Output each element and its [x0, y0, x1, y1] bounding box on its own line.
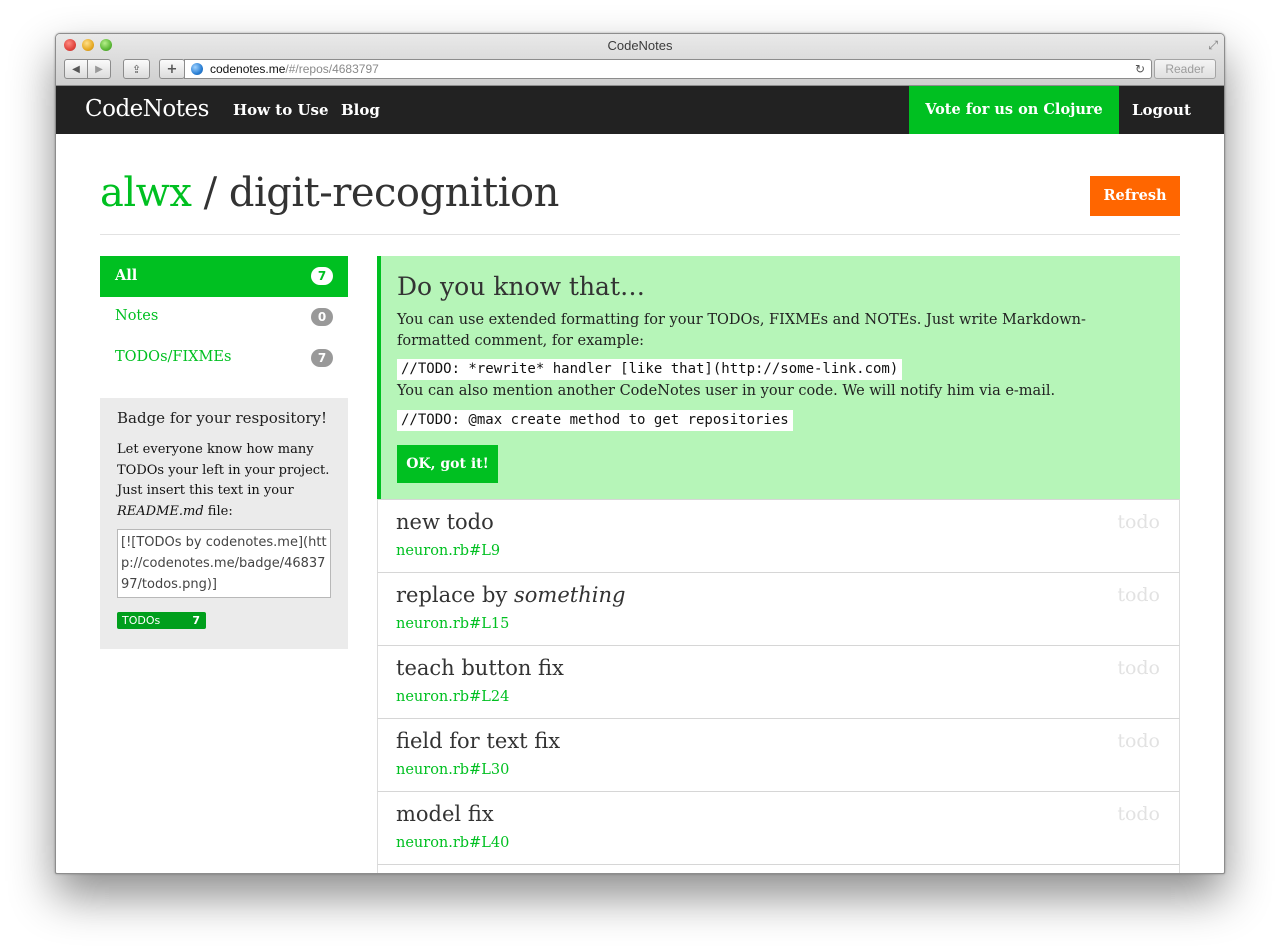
globe-icon	[191, 63, 203, 75]
badge-heading: Badge for your respository!	[117, 409, 328, 427]
site-navbar: CodeNotes How to Use Blog Vote for us on…	[56, 86, 1224, 166]
sidebar-item-all[interactable]: All 7	[100, 256, 348, 297]
todo-title-emphasis: something	[514, 583, 626, 607]
todo-kind-label: todo	[1117, 511, 1160, 533]
list-item: model fix neuron.rb#L40 todo	[377, 791, 1180, 865]
badge-desc-text: Let everyone know how many TODOs your le…	[117, 442, 330, 498]
sidebar-item-label: All	[115, 267, 138, 284]
list-item: replace by something neuron.rb#L15 todo	[377, 572, 1180, 646]
reload-icon[interactable]: ↻	[1135, 60, 1145, 78]
url-domain: codenotes.me	[210, 62, 286, 76]
todo-title: field for text fix	[396, 729, 561, 753]
todo-title-text: replace by	[396, 583, 514, 607]
refresh-button[interactable]: Refresh	[1090, 176, 1180, 216]
badge-panel: Badge for your respository! Let everyone…	[100, 398, 348, 649]
todo-source-link[interactable]: neuron.rb#L15	[396, 616, 509, 632]
code-example-formatting: //TODO: *rewrite* handler [like that](ht…	[397, 359, 903, 380]
header-divider	[100, 234, 1180, 235]
url-path: /#/repos/4683797	[285, 62, 379, 76]
count-badge: 0	[311, 308, 333, 326]
code-example-mention: //TODO: @max create method to get reposi…	[397, 410, 793, 431]
logout-link[interactable]: Logout	[1132, 101, 1191, 119]
forward-icon[interactable]: ▶	[87, 59, 111, 79]
list-item: teach button fix neuron.rb#L24 todo	[377, 645, 1180, 719]
list-item: field for text fix neuron.rb#L30 todo	[377, 718, 1180, 792]
tip-title: Do you know that…	[397, 272, 646, 301]
count-badge: 7	[311, 349, 333, 367]
ok-got-it-button[interactable]: OK, got it!	[397, 445, 498, 483]
share-icon[interactable]: ⇪	[123, 59, 150, 79]
readme-filename: README.md	[117, 503, 204, 519]
reader-button[interactable]: Reader	[1154, 59, 1216, 79]
tip-text-mentions: You can also mention another CodeNotes u…	[397, 383, 1056, 399]
count-badge: 7	[311, 267, 333, 285]
list-item: new todo neuron.rb#L9 todo	[377, 499, 1180, 573]
tip-callout: Do you know that… You can use extended f…	[377, 256, 1180, 500]
todos-badge-label: TODOs	[122, 614, 161, 627]
sidebar-item-notes[interactable]: Notes 0	[100, 297, 348, 338]
back-icon[interactable]: ◀	[64, 59, 88, 79]
sidebar-item-label: TODOs/FIXMEs	[115, 349, 232, 365]
todo-source-link[interactable]: neuron.rb#L40	[396, 835, 509, 851]
new-tab-icon[interactable]: +	[159, 59, 185, 79]
todo-kind-label: todo	[1117, 803, 1160, 825]
todo-source-link[interactable]: neuron.rb#L24	[396, 689, 509, 705]
browser-toolbar: CodeNotes ⤢ ◀ ▶ ⇪ + codenotes.me/#/repos…	[56, 34, 1224, 86]
title-separator: /	[191, 170, 229, 216]
repo-name: digit-recognition	[228, 170, 560, 216]
brand-logo[interactable]: CodeNotes	[85, 96, 209, 122]
todos-badge-image: TODOs 7	[117, 612, 206, 629]
todo-list: new todo neuron.rb#L9 todo replace by so…	[377, 499, 1180, 873]
todo-source-link[interactable]: neuron.rb#L30	[396, 762, 509, 778]
sidebar-item-label: Notes	[115, 308, 159, 324]
fullscreen-icon[interactable]: ⤢	[1208, 38, 1218, 53]
url-text: codenotes.me/#/repos/4683797	[210, 60, 379, 78]
todo-kind-label: todo	[1117, 584, 1160, 606]
window-title: CodeNotes	[607, 38, 673, 53]
vote-button[interactable]: Vote for us on Clojure Cup	[909, 86, 1119, 166]
todo-kind-label: todo	[1117, 657, 1160, 679]
todo-title: new todo	[396, 510, 494, 534]
todo-source-link[interactable]: neuron.rb#L9	[396, 543, 500, 559]
todo-title: model fix	[396, 802, 494, 826]
browser-window: CodeNotes ⤢ ◀ ▶ ⇪ + codenotes.me/#/repos…	[55, 33, 1225, 874]
tip-text-formatting: You can use extended formatting for your…	[397, 312, 1086, 349]
badge-description: Let everyone know how many TODOs your le…	[117, 440, 332, 522]
sidebar-item-todos-fixmes[interactable]: TODOs/FIXMEs 7	[100, 338, 348, 379]
address-bar[interactable]: codenotes.me/#/repos/4683797 ↻	[184, 59, 1152, 79]
todo-title: teach button fix	[396, 656, 564, 680]
badge-desc-tail: file:	[203, 503, 233, 519]
todo-kind-label: todo	[1117, 730, 1160, 752]
nav-how-to-use[interactable]: How to Use	[233, 101, 329, 119]
todo-title: replace by something	[396, 583, 625, 607]
page-title: alwx / digit-recognition	[100, 170, 559, 216]
repo-owner-link[interactable]: alwx	[100, 170, 192, 216]
nav-blog[interactable]: Blog	[341, 101, 380, 119]
list-item	[377, 864, 1180, 873]
badge-snippet-textarea[interactable]: [![TODOs by codenotes.me](http://codenot…	[117, 529, 331, 598]
todos-badge-count: 7	[192, 614, 200, 627]
